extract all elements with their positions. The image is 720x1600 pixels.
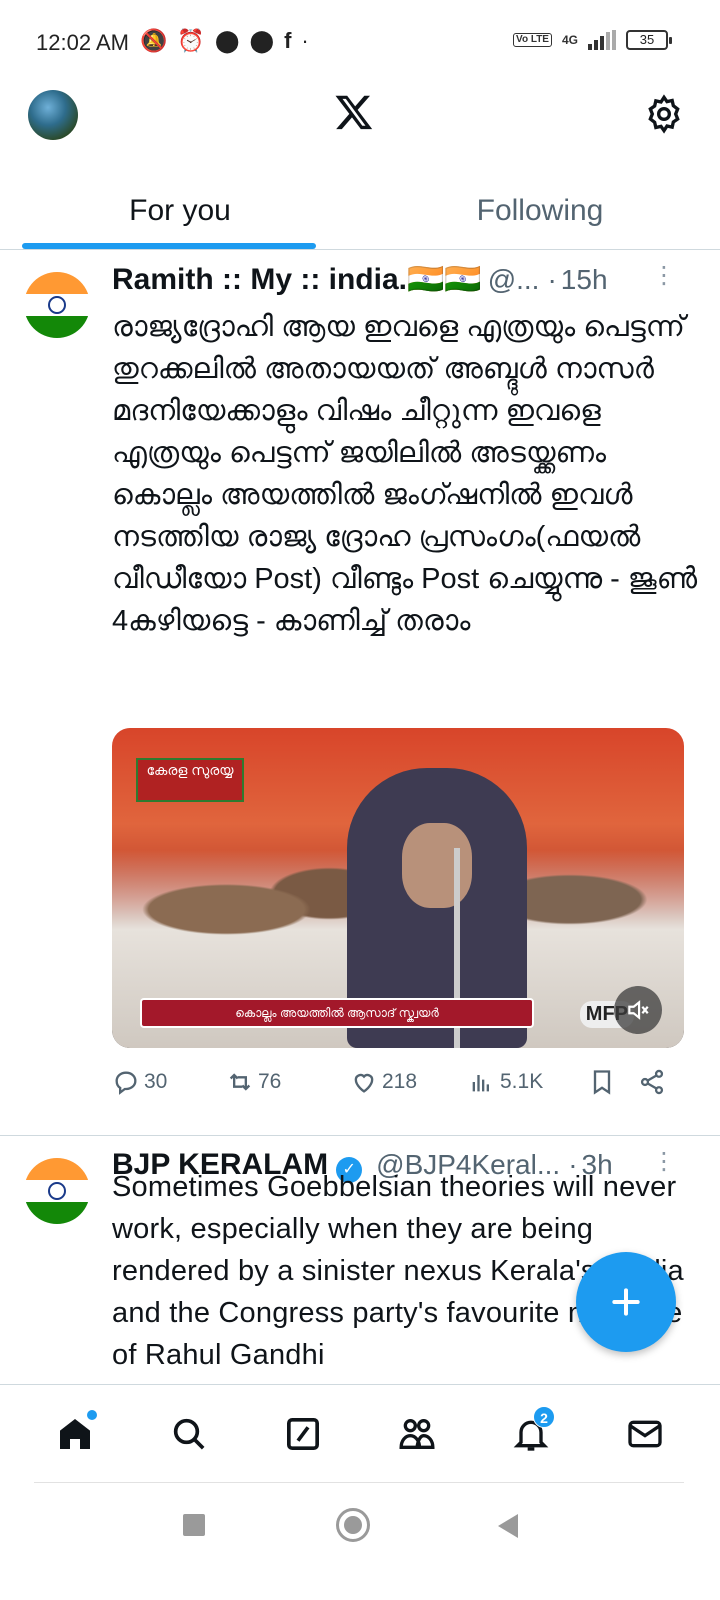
speaker-muted-icon (628, 1000, 649, 1020)
grok-icon (287, 1417, 319, 1450)
bookmark-button[interactable] (588, 1068, 638, 1096)
x-logo[interactable] (334, 92, 374, 132)
status-system-icons: Vo LTE 4G 35 (513, 30, 672, 50)
status-notification-icons: 🔕 ⏰ ⬤ ⬤ f · (140, 28, 309, 54)
mute-icon: 🔕 (140, 28, 168, 53)
recents-icon[interactable] (183, 1514, 205, 1536)
notification-badge: 2 (533, 1405, 555, 1428)
timeline-tabs: For you Following (0, 174, 720, 250)
status-bar: 12:02 AM 🔕 ⏰ ⬤ ⬤ f · Vo LTE 4G 35 (0, 0, 720, 84)
search-icon (173, 1418, 205, 1449)
messages-icon (628, 1420, 662, 1447)
circle-icon: ⬤ (249, 28, 275, 53)
tweet-video[interactable]: കേരള സുരയ്യ കൊല്ലം അയത്തിൽ ആസാദ് സ്ക്വയർ… (112, 728, 684, 1048)
reply-icon (115, 1071, 137, 1095)
tab-following[interactable]: Following (360, 174, 720, 249)
nav-grok[interactable] (273, 1404, 333, 1464)
tweet[interactable]: Ramith :: My :: india.🇮🇳🇮🇳 @... · 15h ⋮ … (0, 250, 720, 1136)
views-button[interactable]: 5.1K (468, 1068, 588, 1096)
circle-icon: ⬤ (214, 28, 240, 53)
volte-icon: Vo LTE (513, 33, 552, 47)
alarm-icon: ⏰ (177, 28, 205, 53)
nav-communities[interactable] (387, 1404, 447, 1464)
tweet-time: 15h (560, 264, 608, 295)
signal-icon (588, 30, 616, 50)
like-button[interactable]: 218 (350, 1068, 468, 1096)
more-options-icon[interactable]: ⋮ (652, 1150, 676, 1174)
author-handle[interactable]: @... (488, 264, 540, 296)
communities-icon (399, 1418, 435, 1449)
heart-icon (354, 1073, 374, 1093)
system-navigation-bar (0, 1486, 720, 1600)
tweet-text: രാജ്യദ്രോഹി ആയ ഇവളെ എത്രയും പെട്ടന്ന് തു… (112, 311, 698, 637)
reply-count: 30 (144, 1070, 168, 1093)
share-icon (640, 1069, 664, 1095)
repost-count: 76 (258, 1070, 282, 1093)
author-avatar[interactable] (24, 272, 90, 338)
profile-avatar[interactable] (28, 90, 78, 140)
channel-banner: കേരള സുരയ്യ (136, 758, 244, 802)
nav-search[interactable] (159, 1404, 219, 1464)
more-options-icon[interactable]: ⋮ (652, 264, 676, 288)
bookmark-icon (593, 1070, 611, 1095)
tweet-actions: 30 76 218 5.1K (112, 1064, 690, 1100)
repost-icon (229, 1073, 251, 1091)
home-circle-icon[interactable] (336, 1508, 370, 1542)
separator-dot: · (547, 264, 557, 295)
top-app-bar (0, 84, 720, 174)
unread-dot (87, 1409, 97, 1420)
nav-messages[interactable] (615, 1404, 675, 1464)
dot-icon: · (301, 28, 309, 53)
battery-icon: 35 (626, 30, 672, 50)
tweet-header: Ramith :: My :: india.🇮🇳🇮🇳 @... · 15h (112, 262, 690, 297)
share-button[interactable] (638, 1068, 678, 1096)
reply-button[interactable]: 30 (112, 1068, 226, 1096)
facebook-icon: f (284, 28, 292, 53)
video-caption: കൊല്ലം അയത്തിൽ ആസാദ് സ്ക്വയർ (140, 998, 534, 1028)
status-time: 12:02 AM (36, 30, 129, 55)
author-name[interactable]: Ramith :: My :: india.🇮🇳🇮🇳 (112, 262, 482, 297)
like-count: 218 (382, 1070, 418, 1093)
speaker-face (402, 823, 472, 908)
divider (34, 1482, 684, 1483)
mute-toggle[interactable] (614, 986, 662, 1034)
nav-home[interactable] (45, 1404, 105, 1464)
nav-notifications[interactable]: 2 (501, 1404, 561, 1464)
compose-button[interactable] (576, 1252, 676, 1352)
repost-button[interactable]: 76 (226, 1068, 350, 1096)
network-type: 4G (561, 33, 578, 47)
tab-for-you[interactable]: For you (0, 174, 360, 249)
bottom-navigation: 2 (0, 1384, 720, 1482)
views-count: 5.1K (500, 1070, 544, 1093)
back-icon[interactable] (498, 1514, 518, 1538)
home-icon (60, 1418, 90, 1449)
plus-icon (612, 1288, 640, 1316)
views-icon (472, 1075, 489, 1092)
author-avatar[interactable] (24, 1158, 90, 1224)
gear-icon[interactable] (644, 94, 684, 134)
